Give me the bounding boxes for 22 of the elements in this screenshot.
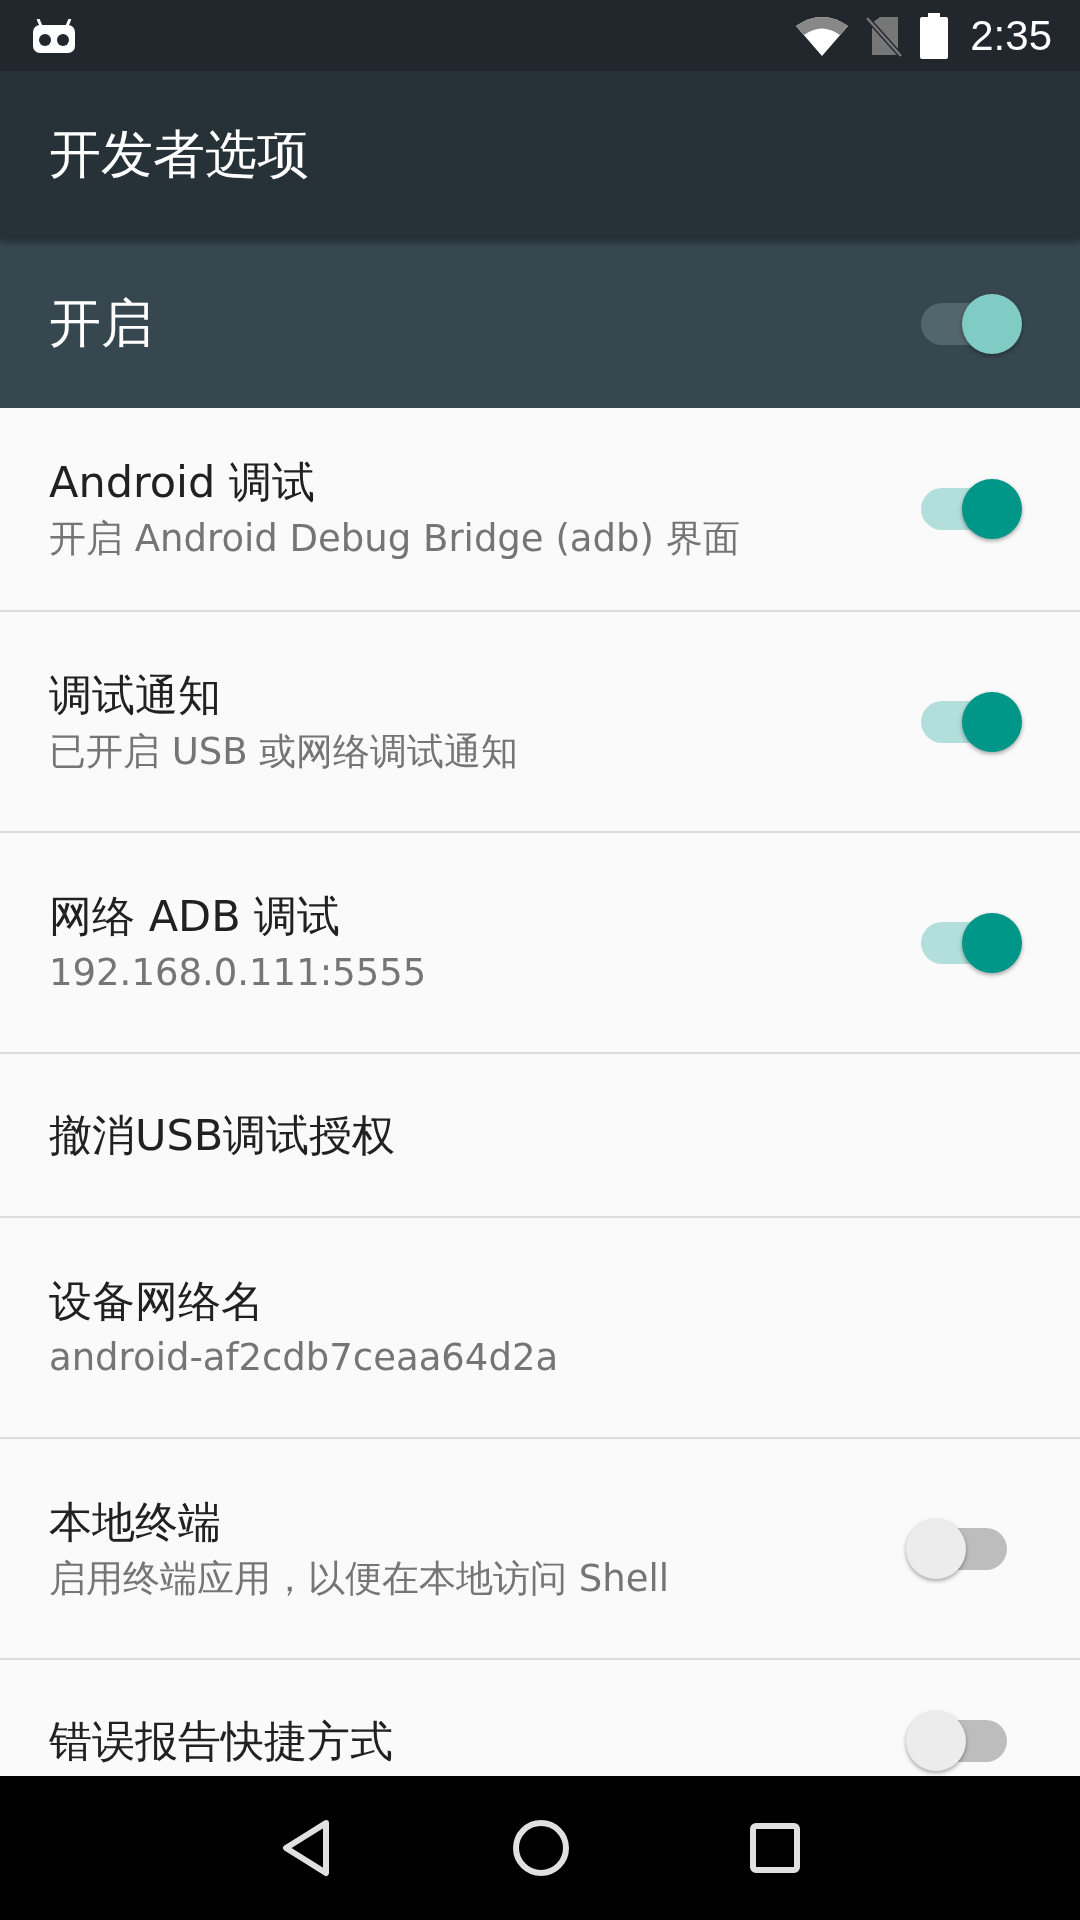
setting-title: 设备网络名: [49, 1274, 264, 1328]
setting-summary: 开启 Android Debug Bridge (adb) 界面: [49, 516, 740, 562]
setting-title: 网络 ADB 调试: [49, 889, 341, 943]
back-icon[interactable]: [280, 1819, 332, 1877]
robot-icon: [32, 18, 76, 53]
setting-summary: 启用终端应用，以便在本地访问 Shell: [49, 1555, 670, 1602]
setting-title: 撤消USB调试授权: [49, 1109, 396, 1162]
recents-icon[interactable]: [750, 1823, 800, 1873]
setting-title: 调试通知: [49, 668, 221, 722]
setting-title: 错误报告快捷方式: [49, 1715, 393, 1768]
setting-title: Android 调试: [49, 456, 315, 509]
clock-time: 2:35: [970, 11, 1052, 60]
setting-summary: android-af2cdb7ceaa64d2a: [49, 1334, 559, 1381]
setting-summary: 192.168.0.111:5555: [49, 949, 427, 996]
setting-summary: 已开启 USB 或网络调试通知: [49, 728, 519, 775]
no-sim-icon: [866, 14, 903, 57]
master-switch-label: 开启: [49, 291, 154, 355]
wifi-icon: [796, 15, 849, 56]
setting-title: 本地终端: [49, 1495, 221, 1549]
battery-icon: [920, 12, 949, 59]
screen-title: 开发者选项: [49, 123, 309, 186]
home-icon[interactable]: [512, 1819, 570, 1877]
